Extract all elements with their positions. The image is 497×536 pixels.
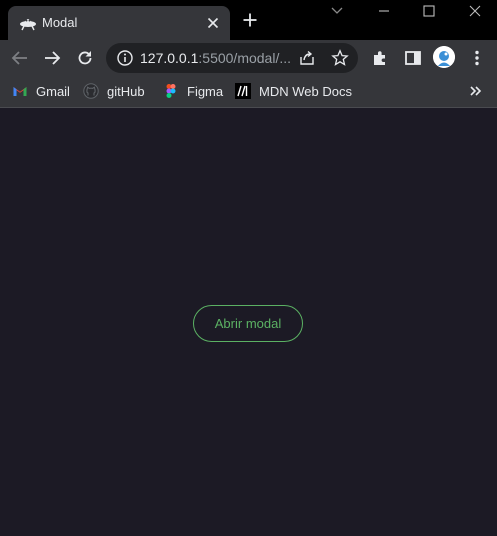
page-content: Abrir modal [0, 108, 497, 536]
kebab-menu-icon[interactable] [467, 48, 487, 68]
close-window-icon[interactable] [467, 3, 483, 19]
bookmark-mdn[interactable]: MDN Web Docs [235, 81, 352, 101]
bookmark-github[interactable]: gitHub [83, 81, 145, 101]
bookmark-label: Gmail [36, 83, 70, 99]
avatar-image-icon [433, 46, 455, 68]
bookmark-label: Figma [187, 83, 224, 99]
chevron-double-right-icon[interactable] [468, 83, 484, 99]
tab-title: Modal [42, 15, 78, 30]
url-path: :5500/modal/... [198, 50, 292, 66]
new-tab-icon[interactable] [241, 11, 259, 29]
share-icon[interactable] [298, 49, 316, 67]
minimize-icon[interactable] [376, 3, 392, 19]
extensions-puzzle-icon[interactable] [370, 48, 390, 68]
alien-ufo-icon [20, 19, 36, 31]
tab-modal[interactable]: Modal [8, 6, 230, 40]
mdn-icon [235, 83, 251, 99]
site-info-icon[interactable] [116, 49, 134, 67]
browser-window: Modal 127.0.0.1:5500/modal/... Gmail git… [0, 0, 497, 536]
gmail-icon [13, 87, 27, 96]
figma-icon [166, 84, 176, 98]
toolbar: 127.0.0.1:5500/modal/... [0, 40, 497, 76]
bookmark-gmail[interactable]: Gmail [12, 81, 70, 101]
forward-arrow-icon[interactable] [42, 48, 62, 68]
bookmark-figma[interactable]: Figma [163, 81, 223, 101]
bookmark-label: gitHub [107, 83, 145, 99]
profile-avatar[interactable] [433, 46, 455, 68]
maximize-icon[interactable] [421, 3, 437, 19]
url-host: 127.0.0.1 [140, 50, 199, 66]
url-text[interactable]: 127.0.0.1:5500/modal/... [140, 50, 291, 66]
bookmarks-bar: Gmail gitHub Figma MDN Web Docs [0, 76, 497, 108]
close-tab-icon[interactable] [204, 14, 222, 32]
address-bar[interactable]: 127.0.0.1:5500/modal/... [106, 43, 358, 73]
chevron-down-icon[interactable] [329, 3, 345, 19]
reload-icon[interactable] [75, 48, 95, 68]
side-panel-icon[interactable] [403, 48, 423, 68]
bookmark-star-icon[interactable] [331, 49, 349, 67]
open-modal-button[interactable]: Abrir modal [193, 305, 303, 342]
bookmark-label: MDN Web Docs [259, 83, 352, 99]
tab-strip: Modal [0, 0, 497, 40]
github-icon [83, 83, 99, 99]
back-arrow-icon[interactable] [10, 48, 30, 68]
